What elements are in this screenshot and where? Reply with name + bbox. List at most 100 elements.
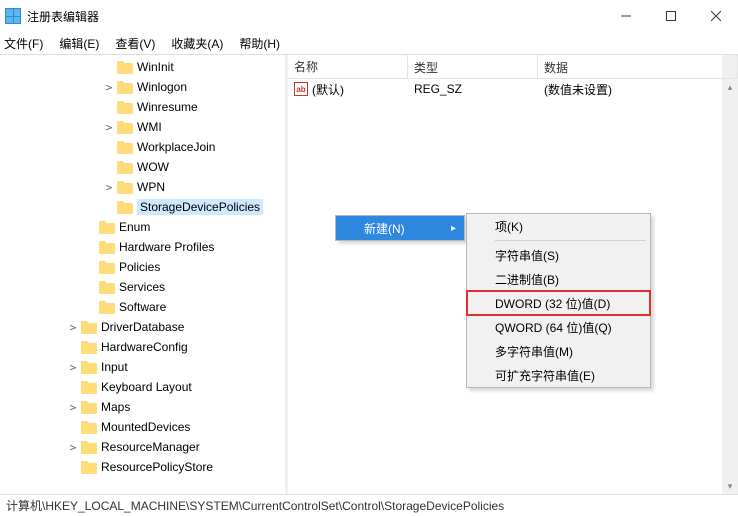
scroll-up-icon[interactable]: ▴ — [722, 79, 738, 95]
tree-item[interactable]: > Input — [0, 357, 285, 377]
folder-icon — [81, 461, 97, 474]
tree-item-label: Maps — [101, 400, 130, 414]
tree-item[interactable]: WinInit — [0, 57, 285, 77]
folder-icon — [117, 81, 133, 94]
cell-name: ab (默认) — [288, 79, 408, 100]
folder-icon — [81, 321, 97, 334]
folder-icon — [99, 261, 115, 274]
chevron-right-icon: ▸ — [451, 223, 456, 234]
context-item[interactable]: 项(K) — [467, 214, 650, 238]
expand-icon[interactable]: > — [66, 441, 80, 454]
list-scrollbar[interactable]: ▴ ▾ — [722, 79, 738, 494]
minimize-button[interactable] — [603, 0, 648, 32]
app-icon — [5, 8, 21, 24]
close-button[interactable] — [693, 0, 738, 32]
tree-item[interactable]: Hardware Profiles — [0, 237, 285, 257]
tree-item-label: DriverDatabase — [101, 320, 184, 334]
tree-item-label: WinInit — [137, 60, 174, 74]
context-item[interactable]: 字符串值(S) — [467, 243, 650, 267]
tree-item-label: Hardware Profiles — [119, 240, 214, 254]
expand-icon[interactable]: > — [66, 401, 80, 414]
expand-icon[interactable]: > — [66, 321, 80, 334]
folder-icon — [81, 381, 97, 394]
context-item[interactable]: 新建(N)▸ — [336, 216, 464, 240]
tree-item[interactable]: WorkplaceJoin — [0, 137, 285, 157]
tree-item-label: Services — [119, 280, 165, 294]
tree-item[interactable]: > DriverDatabase — [0, 317, 285, 337]
folder-icon — [99, 281, 115, 294]
context-menu: 新建(N)▸ — [335, 215, 465, 241]
menu-bar: 文件(F) 编辑(E) 查看(V) 收藏夹(A) 帮助(H) — [0, 32, 738, 54]
tree-item-label: Winresume — [137, 100, 198, 114]
folder-icon — [99, 241, 115, 254]
col-header-type[interactable]: 类型 — [408, 55, 538, 78]
tree-item[interactable]: WOW — [0, 157, 285, 177]
folder-icon — [117, 101, 133, 114]
scroll-down-icon[interactable]: ▾ — [722, 478, 738, 494]
tree-pane: WinInit > Winlogon Winresume >WMI WorkplaceJo… — [0, 55, 288, 494]
folder-icon — [81, 341, 97, 354]
tree-item[interactable]: Software — [0, 297, 285, 317]
menu-edit[interactable]: 编辑(E) — [59, 35, 99, 52]
context-item[interactable]: DWORD (32 位)值(D) — [467, 291, 650, 315]
tree-item-label: Policies — [119, 260, 160, 274]
expand-icon[interactable]: > — [102, 121, 116, 134]
tree-item-label: WPN — [137, 180, 165, 194]
col-header-name[interactable]: 名称 — [288, 55, 408, 78]
tree-item-label: WOW — [137, 160, 169, 174]
tree-item-label: ResourcePolicyStore — [101, 460, 213, 474]
cell-type: REG_SZ — [408, 80, 538, 98]
context-item[interactable]: 二进制值(B) — [467, 267, 650, 291]
folder-icon — [117, 141, 133, 154]
tree-item-label: Input — [101, 360, 128, 374]
tree-item-label: Enum — [119, 220, 150, 234]
cell-data: (数值未设置) — [538, 79, 738, 100]
tree-item[interactable]: Keyboard Layout — [0, 377, 285, 397]
tree-item[interactable]: Services — [0, 277, 285, 297]
context-submenu: 项(K) 字符串值(S)二进制值(B)DWORD (32 位)值(D)QWORD … — [466, 213, 651, 388]
tree-item[interactable]: Policies — [0, 257, 285, 277]
tree-item[interactable]: StorageDevicePolicies — [0, 197, 285, 217]
tree-item[interactable]: > Winlogon — [0, 77, 285, 97]
tree-item[interactable]: MountedDevices — [0, 417, 285, 437]
tree-item-label: HardwareConfig — [101, 340, 188, 354]
expand-icon[interactable]: > — [66, 361, 80, 374]
context-item[interactable]: 可扩充字符串值(E) — [467, 363, 650, 387]
folder-icon — [81, 361, 97, 374]
context-item[interactable]: QWORD (64 位)值(Q) — [467, 315, 650, 339]
list-row[interactable]: ab (默认) REG_SZ (数值未设置) — [288, 79, 738, 99]
maximize-button[interactable] — [648, 0, 693, 32]
main-pane: WinInit > Winlogon Winresume >WMI WorkplaceJo… — [0, 54, 738, 494]
tree-item-label: MountedDevices — [101, 420, 190, 434]
status-path: 计算机\HKEY_LOCAL_MACHINE\SYSTEM\CurrentCon… — [6, 497, 504, 514]
folder-icon — [117, 181, 133, 194]
tree-item-label: Winlogon — [137, 80, 187, 94]
tree-item[interactable]: > WPN — [0, 177, 285, 197]
folder-icon — [99, 221, 115, 234]
tree-item[interactable]: ResourcePolicyStore — [0, 457, 285, 477]
string-value-icon: ab — [294, 82, 308, 96]
menu-help[interactable]: 帮助(H) — [239, 35, 280, 52]
folder-icon — [117, 161, 133, 174]
folder-icon — [81, 421, 97, 434]
tree-item-label: Keyboard Layout — [101, 380, 192, 394]
col-header-data[interactable]: 数据 — [538, 55, 738, 78]
tree-item[interactable]: Winresume — [0, 97, 285, 117]
expand-icon[interactable]: > — [102, 81, 116, 94]
tree-item[interactable]: HardwareConfig — [0, 337, 285, 357]
folder-icon — [117, 61, 133, 74]
tree-item-label: WorkplaceJoin — [137, 140, 215, 154]
window-title: 注册表编辑器 — [27, 8, 99, 25]
folder-icon — [99, 301, 115, 314]
menu-favorites[interactable]: 收藏夹(A) — [171, 35, 223, 52]
tree-item[interactable]: >WMI — [0, 117, 285, 137]
expand-icon[interactable]: > — [102, 181, 116, 194]
window-controls — [603, 0, 738, 32]
tree-item[interactable]: >ResourceManager — [0, 437, 285, 457]
menu-view[interactable]: 查看(V) — [115, 35, 155, 52]
tree-item[interactable]: > Maps — [0, 397, 285, 417]
context-item[interactable]: 多字符串值(M) — [467, 339, 650, 363]
tree-item[interactable]: Enum — [0, 217, 285, 237]
tree-item-label: StorageDevicePolicies — [137, 199, 263, 215]
menu-file[interactable]: 文件(F) — [4, 35, 43, 52]
